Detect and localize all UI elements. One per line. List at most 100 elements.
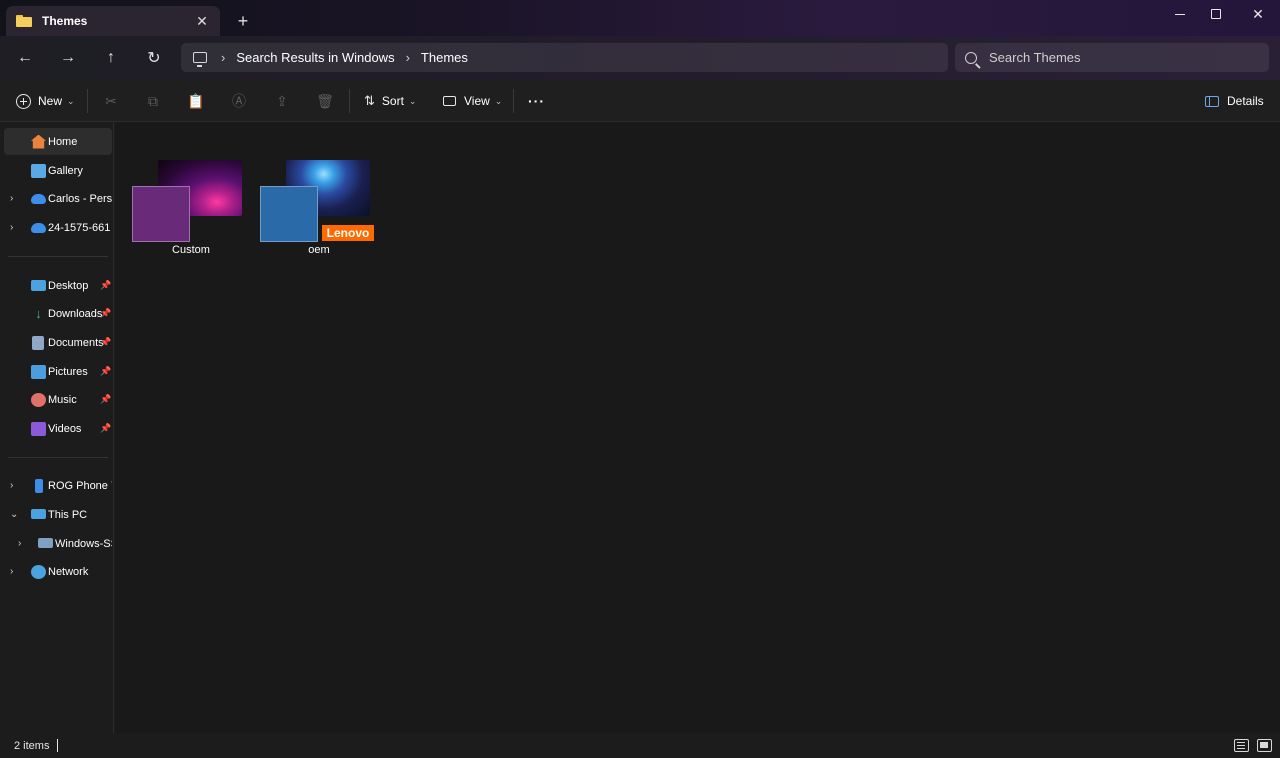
more-options-button[interactable]: ··· [528,88,545,114]
sidebar-item-onedrive-business[interactable]: › 24-1575-661 [4,214,112,241]
this-pc-icon [31,509,46,519]
chevron-down-icon[interactable]: ⌄ [10,509,18,520]
folder-icon [16,15,32,27]
chevron-right-icon[interactable]: › [18,538,21,549]
navigation-pane: Home Gallery › Carlos - Perso › 24-1575-… [0,122,114,734]
address-bar-row: ← → ↑ ↻ › Search Results in Windows › Th… [0,36,1280,80]
home-icon [31,134,46,149]
sort-button[interactable]: ⇅ Sort ⌄ [364,88,416,114]
item-count: 2 items [14,740,50,752]
lenovo-logo: Lenovo [322,225,374,241]
copy-button[interactable]: ⧉ [145,93,161,109]
delete-button[interactable]: 🗑 [316,93,334,109]
new-button[interactable]: New ⌄ [16,88,75,114]
drive-icon [38,538,53,548]
breadcrumb-separator-icon: › [405,50,410,65]
breadcrumb-search-results[interactable]: Search Results in Windows [236,50,394,65]
pin-icon: 📌 [100,394,112,404]
tab-title: Themes [42,14,88,28]
sidebar-item-label: Home [48,135,78,148]
up-button[interactable]: ↑ [97,46,125,70]
details-view-button[interactable] [1234,739,1249,752]
color-swatch [132,186,190,242]
search-box[interactable] [955,43,1269,72]
sidebar-item-label: 24-1575-661 [48,221,111,234]
sidebar-item-desktop[interactable]: Desktop 📌 [4,272,112,299]
sidebar-item-label: Windows-SSD [55,537,112,550]
sidebar-item-gallery[interactable]: Gallery [4,157,112,184]
sidebar-item-this-pc[interactable]: ⌄ This PC [4,501,112,528]
tab-themes[interactable]: Themes ✕ [6,6,220,36]
rename-button[interactable]: Ⓐ [231,93,247,109]
videos-icon [31,421,46,436]
sidebar-item-pictures[interactable]: Pictures 📌 [4,358,112,385]
sidebar-item-home[interactable]: Home [4,128,112,155]
details-label: Details [1227,94,1264,108]
title-bar: Themes ✕ + ✕ [0,0,1280,36]
pin-icon: 📌 [100,366,112,376]
sidebar-item-onedrive-personal[interactable]: › Carlos - Perso [4,185,112,212]
this-pc-icon [193,52,207,67]
details-pane-icon [1205,95,1219,107]
documents-icon [32,335,44,350]
tab-close-icon[interactable]: ✕ [194,13,210,29]
status-bar: 2 items [0,734,1280,758]
onedrive-cloud-icon [31,223,46,233]
chevron-down-icon: ⌄ [408,95,417,106]
theme-item-oem[interactable]: Lenovo oem [260,160,378,264]
pictures-icon [31,364,46,379]
sort-label: Sort [381,94,404,108]
new-tab-button[interactable]: + [233,11,253,31]
new-label: New [38,94,63,108]
divider [513,89,514,113]
refresh-button[interactable]: ↻ [140,46,168,70]
chevron-down-icon: ⌄ [67,95,75,106]
sidebar-item-label: Network [48,565,89,578]
search-input[interactable] [989,50,1249,65]
sidebar-item-network[interactable]: › Network [4,558,112,585]
sidebar-item-documents[interactable]: Documents 📌 [4,329,112,356]
chevron-down-icon: ⌄ [494,95,503,106]
chevron-right-icon[interactable]: › [10,193,13,204]
sidebar-item-windows-ssd[interactable]: › Windows-SSD [4,530,112,557]
cut-button[interactable]: ✂ [103,93,119,109]
file-list[interactable]: Custom Lenovo oem [115,122,1280,734]
color-swatch [260,186,318,242]
sidebar-item-rog-phone[interactable]: › ROG Phone 7 [4,472,112,499]
divider [87,89,88,113]
forward-button[interactable]: → [54,46,82,70]
minimize-button[interactable] [1160,0,1200,28]
chevron-right-icon[interactable]: › [10,222,13,233]
address-bar[interactable]: › Search Results in Windows › Themes [181,43,948,72]
details-button[interactable]: Details [1205,88,1264,114]
search-icon [965,51,977,64]
view-button[interactable]: View ⌄ [443,88,502,114]
onedrive-cloud-icon [31,194,46,204]
sidebar-item-downloads[interactable]: ↓ Downloads 📌 [4,300,112,327]
theme-item-custom[interactable]: Custom [132,160,250,264]
close-window-button[interactable]: ✕ [1238,0,1278,28]
large-icons-view-button[interactable] [1257,739,1272,752]
sidebar-item-music[interactable]: Music 📌 [4,386,112,413]
chevron-right-icon[interactable]: › [10,566,13,577]
chevron-right-icon[interactable]: › [10,480,13,491]
item-name: Custom [172,244,210,256]
command-bar: New ⌄ ✂ ⧉ 📋 Ⓐ ⇪ 🗑 ⇅ Sort ⌄ View ⌄ ··· De… [0,80,1280,122]
maximize-button[interactable] [1196,0,1236,28]
sidebar-item-videos[interactable]: Videos 📌 [4,415,112,442]
gallery-icon [31,163,46,178]
paste-button[interactable]: 📋 [187,93,204,109]
view-label: View [464,94,490,108]
minimize-icon [1175,13,1185,15]
sidebar-item-label: This PC [48,508,88,521]
back-button[interactable]: ← [11,46,39,70]
sidebar-item-label: Gallery [48,164,83,177]
share-button[interactable]: ⇪ [274,93,290,109]
maximize-icon [1211,9,1221,19]
pin-icon: 📌 [100,337,112,347]
download-icon: ↓ [35,305,42,321]
sidebar-item-label: ROG Phone 7 [48,479,112,492]
breadcrumb-themes[interactable]: Themes [421,50,468,65]
pin-icon: 📌 [100,308,112,318]
pin-icon: 📌 [100,423,112,433]
